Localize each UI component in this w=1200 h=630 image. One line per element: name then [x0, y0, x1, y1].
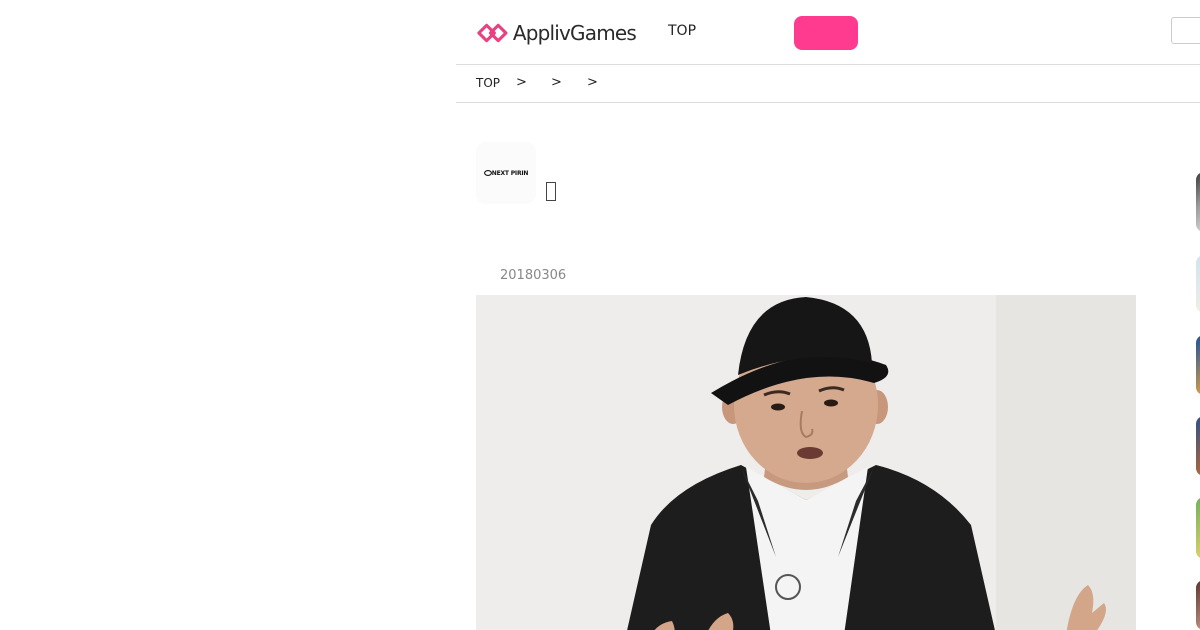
developer-logo: NEXT PIRIN — [483, 169, 529, 177]
sidebar-game-thumbnail[interactable] — [1196, 416, 1200, 476]
sidebar-game-thumbnail[interactable] — [1196, 497, 1200, 559]
article-date: 20180306 — [500, 268, 567, 283]
site-header: ApplivGames TOP — [456, 0, 1200, 65]
sidebar-game-thumbnail[interactable] — [1196, 580, 1200, 630]
pink-action-button[interactable] — [794, 16, 858, 50]
search-input[interactable] — [1171, 17, 1200, 44]
developer-logo-mark-icon — [483, 170, 492, 176]
developer-avatar[interactable]: NEXT PIRIN — [476, 142, 536, 204]
missing-glyph-icon — [546, 182, 556, 201]
applivgames-logo-icon — [477, 23, 508, 43]
nav-top-link[interactable]: TOP — [668, 23, 696, 39]
sidebar-game-thumbnail[interactable] — [1196, 255, 1200, 313]
breadcrumb-top-link[interactable]: TOP — [476, 76, 500, 90]
article-hero-image — [476, 295, 1136, 630]
breadcrumb-separator: > — [516, 75, 527, 90]
sidebar-game-thumbnail[interactable] — [1196, 172, 1200, 232]
breadcrumb: TOP > > > — [456, 65, 1200, 103]
breadcrumb-separator: > — [587, 75, 598, 90]
applivgames-logo[interactable]: ApplivGames — [476, 18, 637, 48]
interview-photo — [476, 295, 1136, 630]
breadcrumb-separator: > — [551, 75, 562, 90]
sidebar-game-thumbnail[interactable] — [1196, 335, 1200, 395]
developer-logo-text: NEXT PIRIN — [491, 169, 529, 177]
brand-name: ApplivGames — [512, 21, 637, 45]
